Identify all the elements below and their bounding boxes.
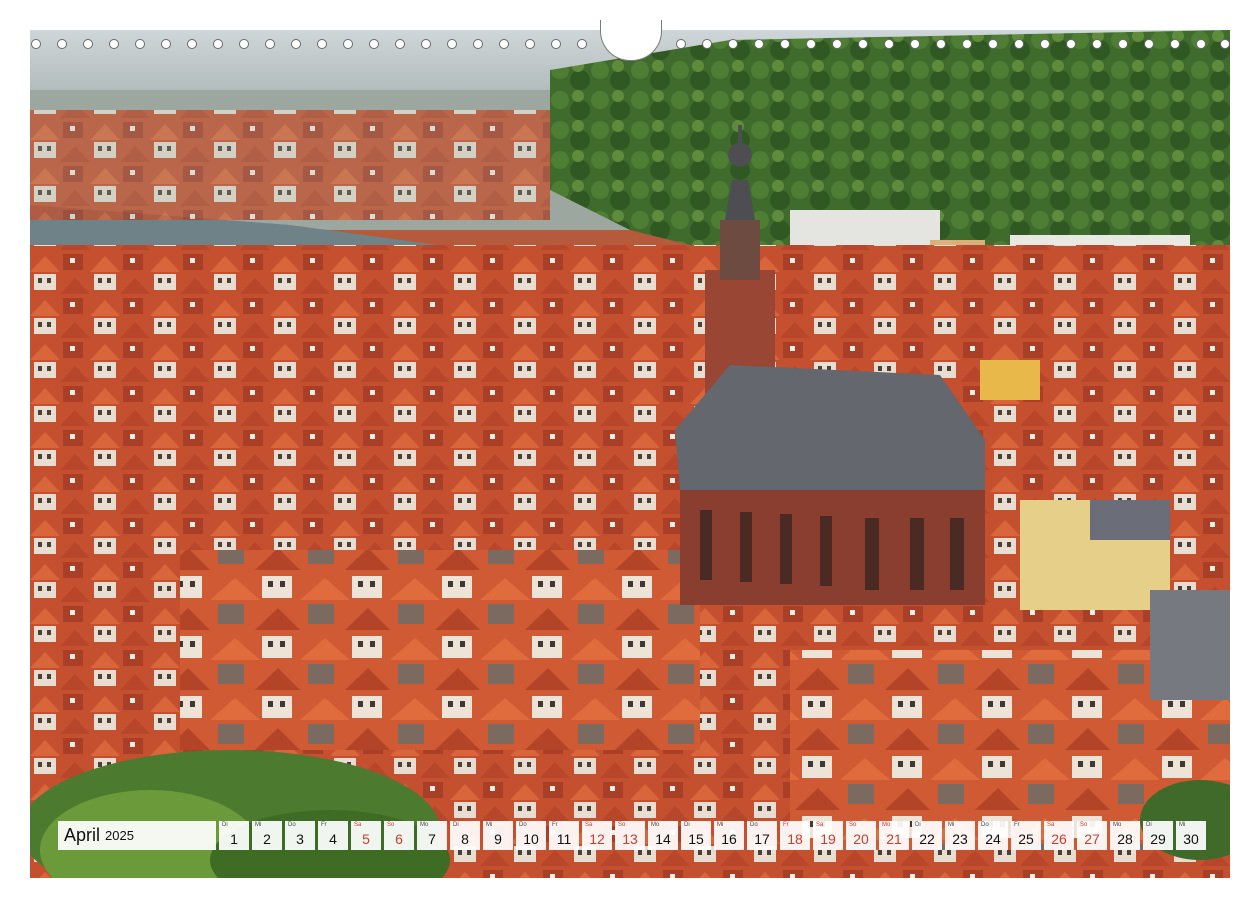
day-cells: Di 1 Mi 2 Do 3 Fr 4 Sa 5 So 6 Mo 7 Di 8 Mi 9 Do 10 Fr 11 Sa 12 S…: [219, 821, 1206, 850]
day-number: 14: [655, 831, 671, 847]
day-cell: Di 15: [681, 821, 711, 850]
weekday-label: Fr: [783, 822, 789, 828]
day-number: 20: [853, 831, 869, 847]
weekday-label: Mo: [651, 822, 660, 828]
day-cell: Mi 23: [945, 821, 975, 850]
weekday-label: Do: [750, 822, 758, 828]
day-number: 9: [494, 831, 502, 847]
day-cell: Di 1: [219, 821, 249, 850]
weekday-label: Mi: [486, 822, 493, 828]
day-number: 30: [1183, 831, 1199, 847]
month-year: 2025: [105, 828, 134, 843]
day-cell: Sa 19: [813, 821, 843, 850]
day-cell: Di 8: [450, 821, 480, 850]
old-town-rooftops-photo: [30, 30, 1230, 878]
day-number: 21: [886, 831, 902, 847]
day-cell: Do 10: [516, 821, 546, 850]
weekday-label: Sa: [585, 822, 593, 828]
day-cell: Di 22: [912, 821, 942, 850]
day-cell: Fr 25: [1011, 821, 1041, 850]
day-cell: Do 24: [978, 821, 1008, 850]
day-cell: So 27: [1077, 821, 1107, 850]
weekday-label: Mi: [948, 822, 955, 828]
weekday-label: Sa: [816, 822, 824, 828]
day-number: 8: [461, 831, 469, 847]
day-cell: Mo 21: [879, 821, 909, 850]
day-cell: Di 29: [1143, 821, 1173, 850]
day-number: 22: [919, 831, 935, 847]
day-number: 1: [230, 831, 238, 847]
day-number: 19: [820, 831, 836, 847]
weekday-label: Di: [453, 822, 459, 828]
day-number: 18: [787, 831, 803, 847]
day-number: 17: [754, 831, 770, 847]
day-cell: Fr 18: [780, 821, 810, 850]
day-cell: Sa 26: [1044, 821, 1074, 850]
day-number: 26: [1051, 831, 1067, 847]
weekday-label: Do: [981, 822, 989, 828]
day-number: 7: [428, 831, 436, 847]
weekday-label: Di: [1146, 822, 1152, 828]
day-cell: So 6: [384, 821, 414, 850]
weekday-label: Do: [288, 822, 296, 828]
day-cell: So 13: [615, 821, 645, 850]
day-cell: Sa 5: [351, 821, 381, 850]
weekday-label: So: [849, 822, 857, 828]
weekday-label: Do: [519, 822, 527, 828]
day-number: 3: [296, 831, 304, 847]
weekday-label: Sa: [354, 822, 362, 828]
day-cell: Mi 9: [483, 821, 513, 850]
weekday-label: So: [618, 822, 626, 828]
day-cell: Mo 7: [417, 821, 447, 850]
weekday-label: Di: [684, 822, 690, 828]
weekday-label: Fr: [552, 822, 558, 828]
day-number: 24: [985, 831, 1001, 847]
weekday-label: So: [387, 822, 395, 828]
day-cell: So 20: [846, 821, 876, 850]
calendar-photo: [30, 30, 1230, 878]
day-number: 25: [1018, 831, 1034, 847]
day-cell: Mi 30: [1176, 821, 1206, 850]
day-number: 10: [523, 831, 539, 847]
day-number: 4: [329, 831, 337, 847]
day-number: 2: [263, 831, 271, 847]
day-cell: Fr 11: [549, 821, 579, 850]
day-number: 13: [622, 831, 638, 847]
day-number: 5: [362, 831, 370, 847]
month-name: April: [64, 825, 101, 845]
weekday-label: Mo: [420, 822, 429, 828]
day-number: 27: [1084, 831, 1100, 847]
day-number: 29: [1150, 831, 1166, 847]
calendar-strip: April 2025 Di 1 Mi 2 Do 3 Fr 4 Sa 5 So 6 Mo 7 Di 8 Mi 9 Do…: [58, 821, 1206, 850]
day-cell: Sa 12: [582, 821, 612, 850]
weekday-label: So: [1080, 822, 1088, 828]
day-cell: Fr 4: [318, 821, 348, 850]
weekday-label: Mi: [255, 822, 262, 828]
day-cell: Mi 2: [252, 821, 282, 850]
weekday-label: Mo: [1113, 822, 1122, 828]
weekday-label: Sa: [1047, 822, 1055, 828]
day-cell: Mo 28: [1110, 821, 1140, 850]
weekday-label: Fr: [1014, 822, 1020, 828]
weekday-label: Mo: [882, 822, 891, 828]
day-cell: Do 3: [285, 821, 315, 850]
day-number: 11: [556, 831, 572, 847]
day-number: 12: [589, 831, 605, 847]
weekday-label: Fr: [321, 822, 327, 828]
weekday-label: Mi: [717, 822, 724, 828]
weekday-label: Mi: [1179, 822, 1186, 828]
day-number: 28: [1117, 831, 1133, 847]
day-number: 6: [395, 831, 403, 847]
day-cell: Do 17: [747, 821, 777, 850]
day-cell: Mo 14: [648, 821, 678, 850]
day-number: 15: [688, 831, 704, 847]
weekday-label: Di: [915, 822, 921, 828]
weekday-label: Di: [222, 822, 228, 828]
day-cell: Mi 16: [714, 821, 744, 850]
month-label: April 2025: [58, 821, 216, 850]
day-number: 16: [721, 831, 737, 847]
day-number: 23: [952, 831, 968, 847]
